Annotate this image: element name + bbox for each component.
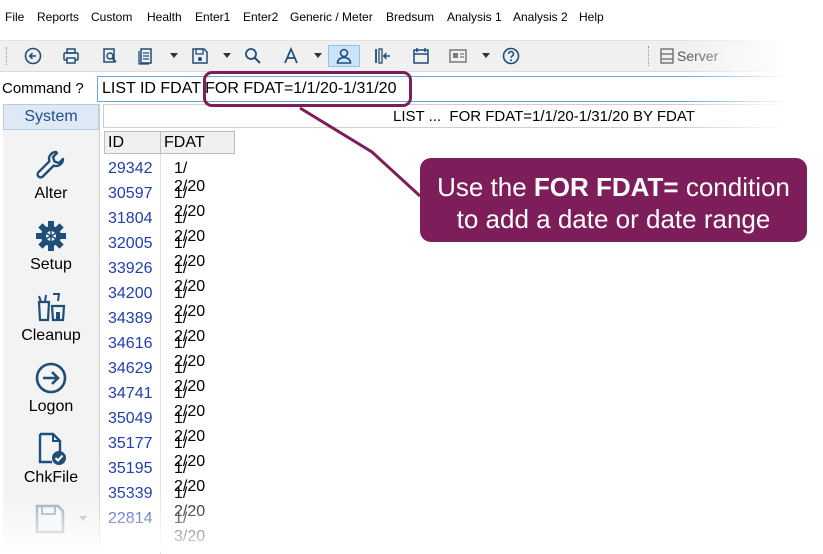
callout-keyword: FOR FDAT=: [533, 172, 679, 202]
callout-text: Use the: [437, 172, 534, 202]
highlight-ring: [203, 71, 412, 107]
callout-box: Use the FOR FDAT= condition to add a dat…: [420, 158, 807, 242]
callout-line1: Use the FOR FDAT= condition: [420, 172, 807, 203]
callout-line2: to add a date or date range: [456, 204, 771, 234]
callout-text: condition: [678, 172, 790, 202]
